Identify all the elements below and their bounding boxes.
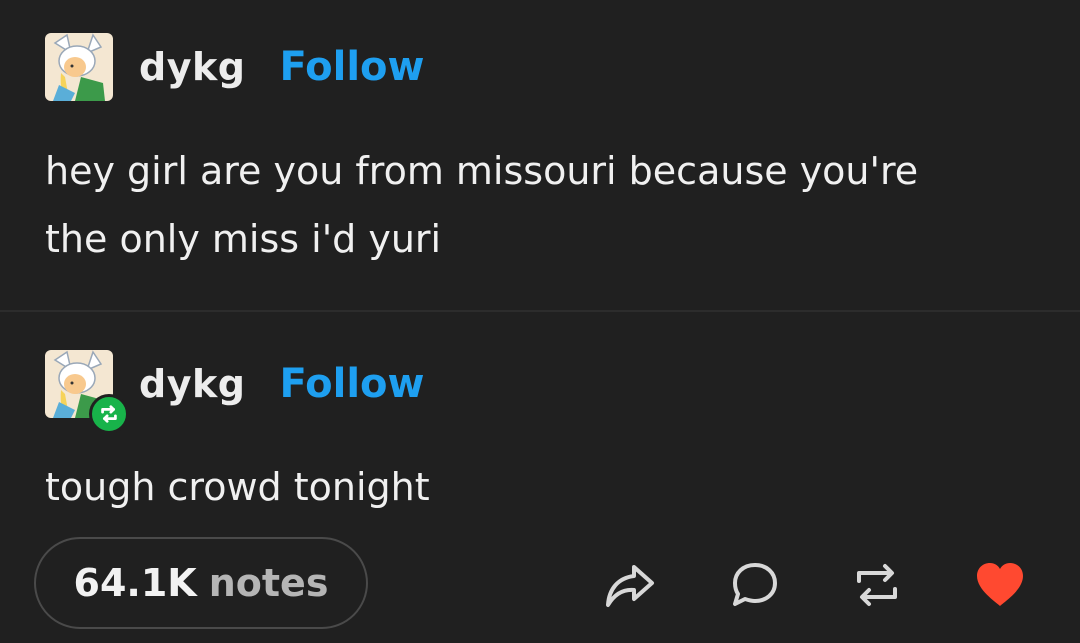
post-header: dykg Follow — [45, 350, 425, 434]
notes-count: 64.1K — [73, 561, 197, 605]
username[interactable]: dykg — [139, 362, 245, 406]
reblog-badge-icon — [89, 394, 129, 434]
username[interactable]: dykg — [139, 45, 245, 89]
follow-button[interactable]: Follow — [279, 44, 424, 90]
notes-label: notes — [208, 561, 329, 605]
notes-button[interactable]: 64.1K notes — [34, 537, 368, 629]
reblog-icon[interactable] — [849, 557, 905, 613]
follow-button[interactable]: Follow — [279, 361, 424, 407]
post-body-text: hey girl are you from missouri because y… — [45, 149, 919, 261]
avatar[interactable] — [45, 350, 129, 434]
avatar[interactable] — [45, 33, 113, 101]
avatar-image — [45, 33, 113, 101]
post-body-text: tough crowd tonight — [45, 465, 430, 509]
post-footer: 64.1K notes — [0, 537, 1080, 632]
original-post: dykg Follow hey girl are you from missou… — [0, 0, 1080, 310]
heart-icon[interactable] — [972, 557, 1028, 613]
post-header: dykg Follow — [45, 33, 425, 101]
share-icon[interactable] — [602, 557, 658, 613]
comment-icon[interactable] — [727, 557, 783, 613]
